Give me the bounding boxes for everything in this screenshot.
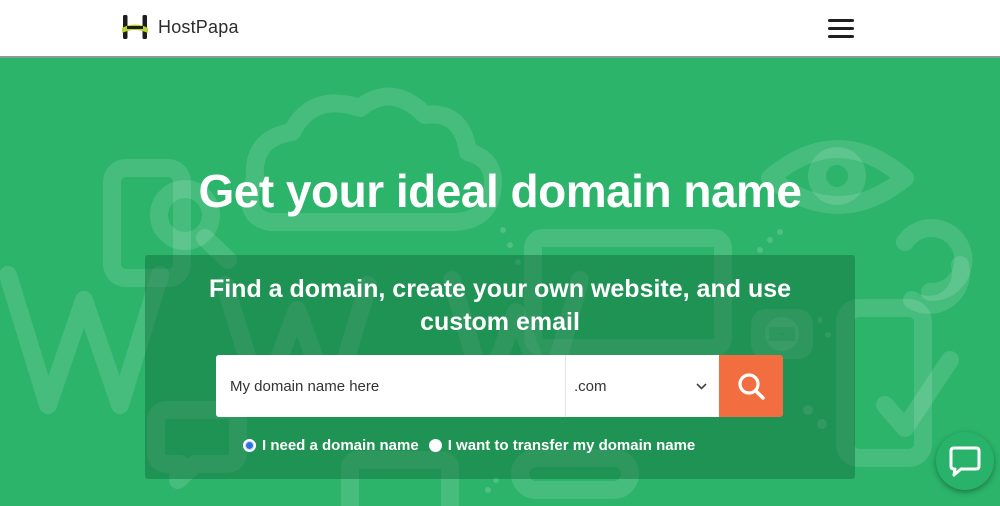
radio-label: I need a domain name <box>262 437 419 454</box>
domain-search-panel: Find a domain, create your own website, … <box>145 255 855 479</box>
hero-section: Get your ideal domain name Find a domain… <box>0 60 1000 506</box>
top-navbar: HostPapa <box>0 0 1000 58</box>
live-chat-button[interactable] <box>936 432 994 490</box>
radio-need-domain[interactable]: I need a domain name <box>243 437 419 454</box>
chevron-down-icon <box>696 382 707 390</box>
tld-dropdown[interactable]: .com <box>565 355 719 417</box>
chat-bubble-icon <box>949 446 981 477</box>
radio-button-unchecked[interactable] <box>428 439 442 452</box>
hero-subheadline: Find a domain, create your own website, … <box>208 275 792 336</box>
domain-option-radios: I need a domain name I want to transfer … <box>243 437 705 454</box>
hostpapa-logo-icon <box>122 15 148 39</box>
domain-name-input[interactable] <box>216 355 565 417</box>
hamburger-menu-icon[interactable] <box>828 19 854 41</box>
radio-label: I want to transfer my domain name <box>447 437 696 454</box>
brand-name: HostPapa <box>158 16 239 37</box>
search-button[interactable] <box>719 355 783 417</box>
magnifier-icon <box>738 373 765 400</box>
brand-logo[interactable]: HostPapa <box>121 14 239 40</box>
radio-transfer-domain[interactable]: I want to transfer my domain name <box>428 437 696 454</box>
hero-headline: Get your ideal domain name <box>198 165 802 217</box>
domain-search-form: .com <box>216 355 783 417</box>
radio-button-checked[interactable] <box>243 439 256 452</box>
tld-selected-value: .com <box>574 377 607 395</box>
